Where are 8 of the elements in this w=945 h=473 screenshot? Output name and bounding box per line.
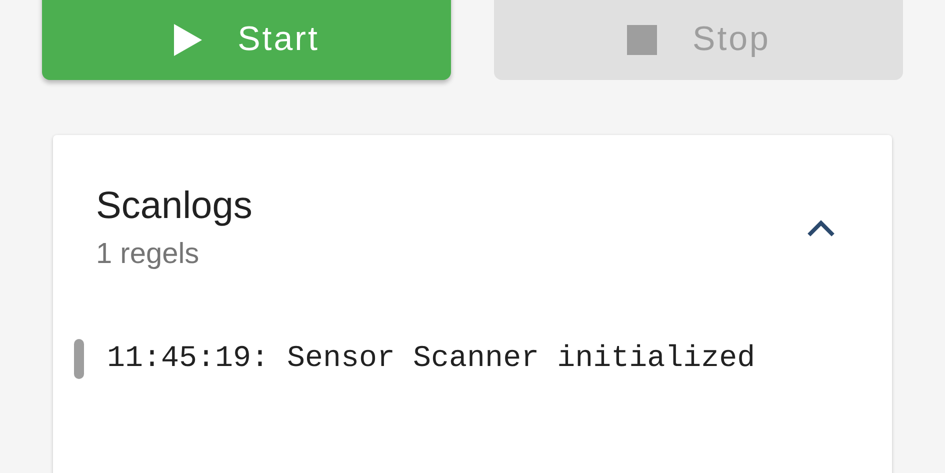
log-marker	[74, 339, 84, 379]
chevron-icon[interactable]	[806, 219, 836, 237]
start-button[interactable]: Start	[42, 0, 451, 80]
panel-title: Scanlogs	[96, 185, 252, 228]
log-line: 11:45:19: Sensor Scanner initialized	[107, 342, 756, 376]
stop-icon	[626, 24, 657, 54]
play-icon	[174, 24, 202, 56]
line-count: 1 regels	[96, 238, 200, 271]
